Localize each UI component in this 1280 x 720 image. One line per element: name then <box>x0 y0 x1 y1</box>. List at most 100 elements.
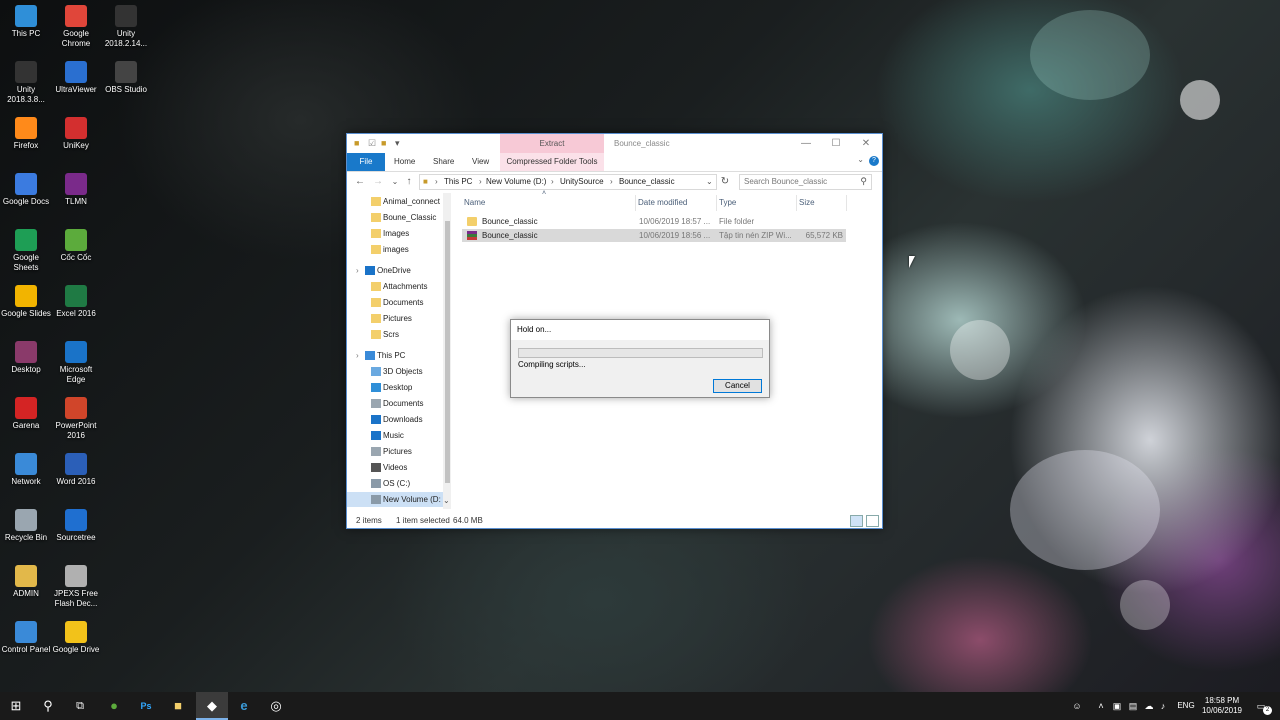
nav-item[interactable]: OS (C:) <box>347 476 443 491</box>
nav-item[interactable]: Documents <box>347 295 443 310</box>
nav-item[interactable]: › OneDrive <box>347 263 443 278</box>
edge-icon[interactable]: e <box>228 692 260 720</box>
breadcrumb-chevron-icon[interactable]: › <box>551 177 554 186</box>
nav-item[interactable]: Animal_connect <box>347 194 443 209</box>
desktop-shortcut[interactable]: Desktop <box>0 341 52 375</box>
obs-icon[interactable]: ◎ <box>260 692 292 720</box>
desktop-shortcut[interactable]: Firefox <box>0 117 52 151</box>
volume-icon[interactable]: ♪ <box>1156 692 1170 720</box>
desktop-shortcut[interactable]: Google Sheets <box>0 229 52 273</box>
breadcrumb-this-pc[interactable]: This PC <box>444 177 472 186</box>
nav-item[interactable]: 3D Objects <box>347 364 443 379</box>
details-view-icon[interactable] <box>850 515 863 527</box>
desktop-shortcut[interactable]: Garena <box>0 397 52 431</box>
column-separator[interactable] <box>635 195 636 211</box>
tray-app-icon[interactable]: ▤ <box>1126 692 1140 720</box>
nav-item[interactable]: Scrs <box>347 327 443 342</box>
nav-item[interactable]: Desktop <box>347 380 443 395</box>
new-folder-icon[interactable]: ■ <box>381 138 391 148</box>
up-icon[interactable]: ↑ <box>402 175 416 189</box>
desktop-shortcut[interactable]: Google Docs <box>0 173 52 207</box>
tray-app-icon[interactable]: ▣ <box>1110 692 1124 720</box>
desktop-shortcut[interactable]: Control Panel <box>0 621 52 655</box>
desktop-shortcut[interactable]: Word 2016 <box>50 453 102 487</box>
scroll-down-icon[interactable]: ⌄ <box>443 496 450 505</box>
expand-ribbon-icon[interactable]: ⌄ <box>857 155 864 164</box>
nav-item[interactable]: Images <box>347 226 443 241</box>
photoshop-icon[interactable]: Ps <box>130 692 162 720</box>
back-icon[interactable]: ← <box>353 175 367 189</box>
onedrive-icon[interactable]: ☁ <box>1142 692 1156 720</box>
show-hidden-icons-icon[interactable]: ˄ <box>1094 692 1108 720</box>
title-bar[interactable]: ■ ☑ ■ ▾ Extract Bounce_classic — ☐ ✕ <box>347 134 882 153</box>
breadcrumb-bounce-classic[interactable]: Bounce_classic <box>619 177 675 186</box>
file-row-selected[interactable]: Bounce_classic 10/06/2019 18:56 ... Tập … <box>462 229 846 242</box>
column-header-date-modified[interactable]: Date modified <box>638 198 687 207</box>
desktop-shortcut[interactable]: Recycle Bin <box>0 509 52 543</box>
address-dropdown-icon[interactable]: ⌄ <box>706 177 713 186</box>
minimize-icon[interactable]: — <box>791 136 821 152</box>
task-view-icon[interactable]: ⧉ <box>64 692 96 720</box>
refresh-icon[interactable]: ↻ <box>718 175 732 189</box>
desktop-shortcut[interactable]: This PC <box>0 5 52 39</box>
tab-view[interactable]: View <box>472 153 489 171</box>
breadcrumb-chevron-icon[interactable]: › <box>435 177 438 186</box>
nav-item[interactable]: Attachments <box>347 279 443 294</box>
file-explorer-icon[interactable]: ■ <box>162 692 194 720</box>
customize-quick-access-icon[interactable]: ▾ <box>395 138 405 148</box>
close-icon[interactable]: ✕ <box>851 136 881 152</box>
clock[interactable]: 18:58 PM 10/06/2019 <box>1196 696 1248 716</box>
desktop-shortcut[interactable]: ADMIN <box>0 565 52 599</box>
search-icon[interactable]: ⚲ <box>860 176 867 187</box>
large-icons-view-icon[interactable] <box>866 515 879 527</box>
column-header-type[interactable]: Type <box>719 198 736 207</box>
column-separator[interactable] <box>846 195 847 211</box>
maximize-icon[interactable]: ☐ <box>821 136 851 152</box>
desktop-shortcut[interactable]: Google Slides <box>0 285 52 319</box>
search-icon[interactable]: ⚲ <box>32 692 64 720</box>
people-icon[interactable]: ☺ <box>1068 692 1086 720</box>
column-separator[interactable] <box>796 195 797 211</box>
breadcrumb-new-volume[interactable]: New Volume (D:) <box>486 177 546 186</box>
desktop-shortcut[interactable]: Unity 2018.2.14... <box>100 5 152 49</box>
tab-home[interactable]: Home <box>394 153 415 171</box>
breadcrumb-chevron-icon[interactable]: › <box>479 177 482 186</box>
column-header-size[interactable]: Size <box>799 198 815 207</box>
desktop-shortcut[interactable]: JPEXS Free Flash Dec... <box>50 565 102 609</box>
desktop-shortcut[interactable]: OBS Studio <box>100 61 152 95</box>
nav-item[interactable]: Music <box>347 428 443 443</box>
desktop-shortcut[interactable]: Network <box>0 453 52 487</box>
navigation-scrollbar-thumb[interactable] <box>445 221 450 483</box>
desktop-shortcut[interactable]: Cốc Cốc <box>50 229 102 263</box>
expand-chevron-icon[interactable]: › <box>356 348 359 363</box>
breadcrumb-chevron-icon[interactable]: › <box>610 177 613 186</box>
nav-item[interactable]: Downloads <box>347 412 443 427</box>
tab-file[interactable]: File <box>347 153 385 171</box>
desktop-shortcut[interactable]: Sourcetree <box>50 509 102 543</box>
desktop-shortcut[interactable]: Excel 2016 <box>50 285 102 319</box>
recent-locations-icon[interactable]: ⌄ <box>388 175 402 189</box>
start-windows-icon[interactable]: ⊞ <box>0 692 32 720</box>
tab-compressed-folder-tools[interactable]: Compressed Folder Tools <box>500 153 604 171</box>
column-separator[interactable] <box>716 195 717 211</box>
forward-icon[interactable]: → <box>371 175 385 189</box>
file-row[interactable]: Bounce_classic 10/06/2019 18:57 ... File… <box>462 215 846 228</box>
nav-item[interactable]: Pictures <box>347 444 443 459</box>
column-header-name[interactable]: Name <box>464 198 485 207</box>
desktop-shortcut[interactable]: Unity 2018.3.8... <box>0 61 52 105</box>
unity-icon[interactable]: ◆ <box>196 692 228 720</box>
tab-share[interactable]: Share <box>433 153 454 171</box>
desktop-shortcut[interactable]: Google Chrome <box>50 5 102 49</box>
coccoc-icon[interactable]: ● <box>98 692 130 720</box>
search-box[interactable]: Search Bounce_classic ⚲ <box>739 174 872 190</box>
desktop-shortcut[interactable]: UltraViewer <box>50 61 102 95</box>
extract-tab[interactable]: Extract <box>500 134 604 153</box>
desktop-shortcut[interactable]: UniKey <box>50 117 102 151</box>
expand-chevron-icon[interactable]: › <box>356 263 359 278</box>
nav-item[interactable]: Videos <box>347 460 443 475</box>
desktop-shortcut[interactable]: PowerPoint 2016 <box>50 397 102 441</box>
nav-item[interactable]: New Volume (D: <box>347 492 443 507</box>
nav-item[interactable]: images <box>347 242 443 257</box>
desktop-shortcut[interactable]: Google Drive <box>50 621 102 655</box>
nav-item[interactable]: Pictures <box>347 311 443 326</box>
